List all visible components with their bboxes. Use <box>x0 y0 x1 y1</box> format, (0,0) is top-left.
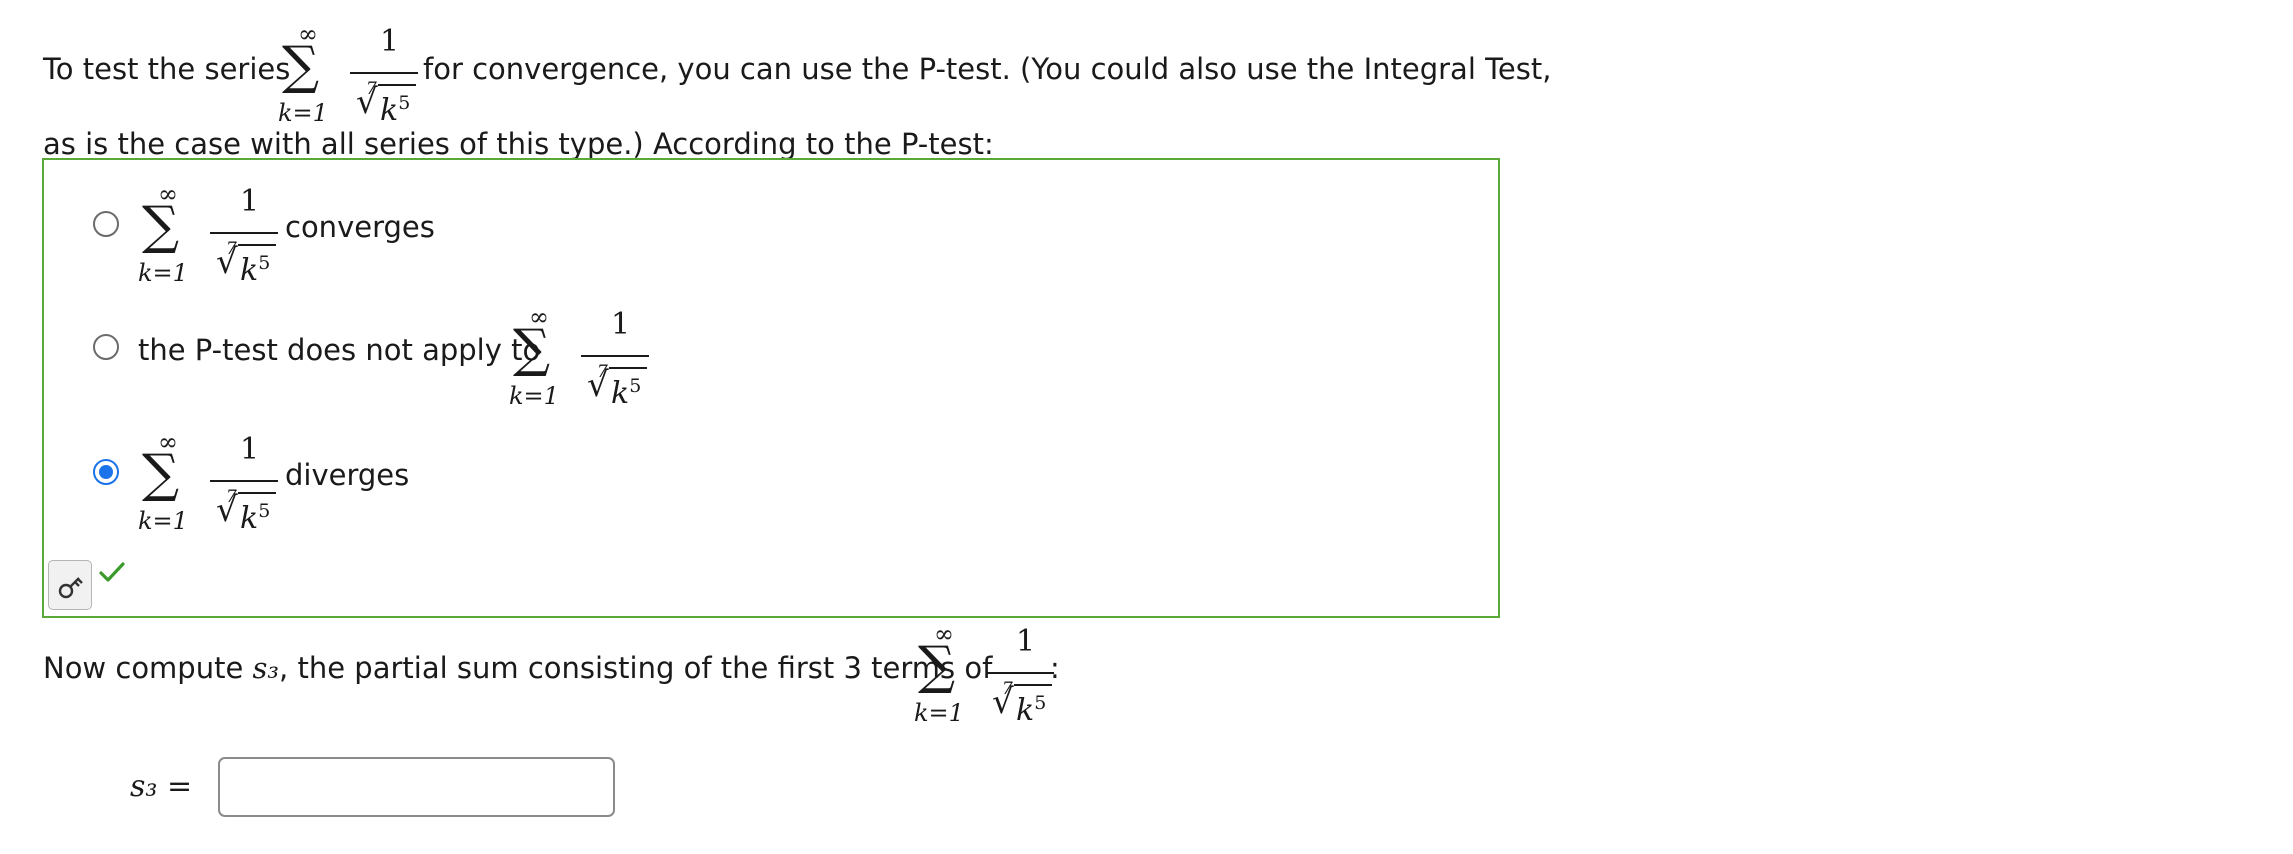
radicand-base: k <box>240 253 259 288</box>
series-numerator: 1 <box>240 184 260 219</box>
partial-text-2: , the partial sum consisting of the firs… <box>279 651 993 685</box>
fraction-bar <box>210 232 278 234</box>
option-label-does-not-apply: the P-test does not apply to <box>138 333 541 367</box>
intro-text-line2: as is the case with all series of this t… <box>43 127 994 161</box>
intro-text-after: for convergence, you can use the P-test.… <box>423 52 1552 86</box>
root-index: 7 <box>366 79 377 99</box>
series-expression-partial: ∞ ∑ k=1 1 √ 7 k5 <box>914 622 1068 742</box>
radicand: k5 <box>240 494 270 536</box>
radicand-exp: 5 <box>258 252 271 274</box>
intro-text-before: To test the series <box>43 52 291 86</box>
sigma-symbol: ∑ <box>142 444 180 504</box>
check-icon <box>99 562 125 582</box>
series-lower: k=1 <box>138 259 188 287</box>
series-expression-option3: ∞ ∑ k=1 1 √ 7 k5 <box>138 430 292 550</box>
partial-colon: : <box>1050 651 1060 685</box>
series-lower: k=1 <box>914 699 964 727</box>
series-expression-option1: ∞ ∑ k=1 1 √ 7 k5 <box>138 182 292 302</box>
fraction-bar <box>986 672 1054 674</box>
radicand: k5 <box>611 369 641 411</box>
root-index: 7 <box>1002 679 1013 699</box>
series-expression-intro: ∞ ∑ k=1 1 √ 7 k5 <box>278 22 432 142</box>
partial-sum-text: Now compute s₃, the partial sum consisti… <box>43 651 992 685</box>
key-button[interactable] <box>48 560 92 610</box>
radicand-exp: 5 <box>629 375 642 397</box>
radicand-base: k <box>240 501 259 536</box>
answer-box: ∞ ∑ k=1 1 √ 7 k5 converges the P-test do… <box>42 158 1500 618</box>
root-index: 7 <box>226 487 237 507</box>
series-expression-option2: ∞ ∑ k=1 1 √ 7 k5 <box>509 305 663 425</box>
radicand-base: k <box>611 376 630 411</box>
fraction-bar <box>581 355 649 357</box>
sigma-symbol: ∑ <box>142 196 180 256</box>
partial-var: s₃ <box>252 651 280 685</box>
radicand: k5 <box>1016 686 1046 728</box>
root-index: 7 <box>597 362 608 382</box>
sigma-symbol: ∑ <box>513 319 551 379</box>
sigma-symbol: ∑ <box>918 636 956 696</box>
series-numerator: 1 <box>1016 624 1036 659</box>
radicand-exp: 5 <box>1034 692 1047 714</box>
fraction-bar <box>210 480 278 482</box>
s3-input[interactable] <box>218 757 615 817</box>
radio-does-not-apply[interactable] <box>93 334 119 360</box>
radicand-exp: 5 <box>398 92 411 114</box>
series-numerator: 1 <box>240 432 260 467</box>
series-lower: k=1 <box>138 507 188 535</box>
sigma-symbol: ∑ <box>282 36 320 96</box>
radio-diverges[interactable] <box>93 459 119 485</box>
root-index: 7 <box>226 239 237 259</box>
key-icon <box>58 577 83 599</box>
series-lower: k=1 <box>509 382 559 410</box>
radicand: k5 <box>240 246 270 288</box>
radicand: k5 <box>380 86 410 128</box>
series-numerator: 1 <box>380 24 400 59</box>
radicand-base: k <box>380 93 399 128</box>
radicand-base: k <box>1016 693 1035 728</box>
fraction-bar <box>350 72 418 74</box>
partial-text-1: Now compute <box>43 651 244 685</box>
radio-converges[interactable] <box>93 211 119 237</box>
series-numerator: 1 <box>611 307 631 342</box>
s3-label: s₃ = <box>130 769 193 804</box>
radicand-exp: 5 <box>258 500 271 522</box>
option-label-converges: converges <box>285 210 435 244</box>
series-lower: k=1 <box>278 99 328 127</box>
option-label-diverges: diverges <box>285 458 410 492</box>
